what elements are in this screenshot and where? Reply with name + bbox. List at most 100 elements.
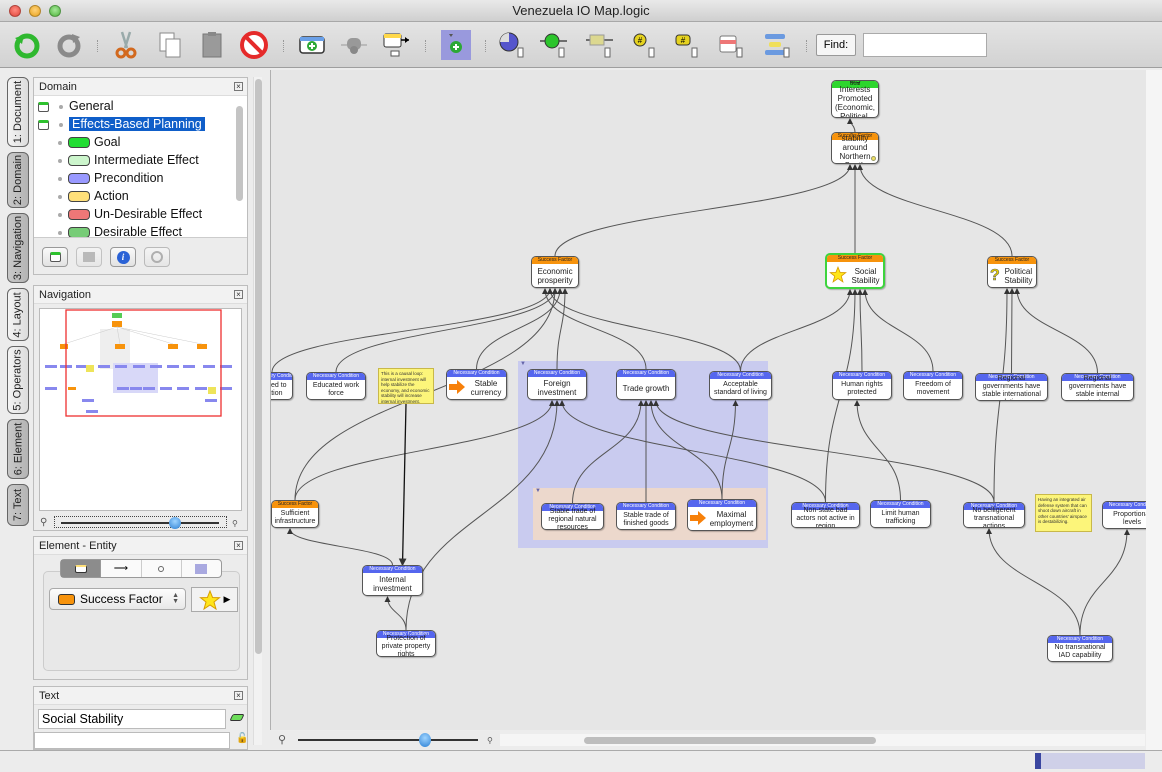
domain-scrollbar[interactable] xyxy=(236,106,243,201)
node-proportional[interactable]: Necessary ConditionProportional levels xyxy=(1102,501,1146,529)
delete-button[interactable] xyxy=(239,30,269,60)
node-internal[interactable]: Necessary Condition Regional governments … xyxy=(1061,373,1134,401)
edge-internal-to-political[interactable] xyxy=(1014,288,1098,374)
side-tab-document[interactable]: 1: Document xyxy=(7,77,29,147)
close-icon[interactable]: × xyxy=(234,290,243,299)
group-type-tab[interactable] xyxy=(182,560,221,577)
add-group-button[interactable] xyxy=(441,30,471,60)
paste-button[interactable] xyxy=(197,30,227,60)
edge-property-to-foreign[interactable] xyxy=(405,400,560,631)
node-goal[interactable]: Goal US Interests Promoted (Economic, Pol… xyxy=(831,80,879,118)
node-econ[interactable]: Success Factor Economic prosperity xyxy=(531,256,579,288)
node-nonstate[interactable]: Necessary Condition Non-state bad actors … xyxy=(791,502,860,528)
navigation-zoom-slider[interactable] xyxy=(54,516,227,529)
edge-educated-to-econ[interactable] xyxy=(335,288,558,373)
edge-belligerent-to-trade[interactable] xyxy=(653,400,995,503)
layout-button[interactable] xyxy=(762,30,792,60)
edge-type-tab[interactable]: ⟶ xyxy=(101,560,142,577)
node-infra[interactable]: Success Factor Sufficient infrastructure xyxy=(271,500,319,528)
title-color-icon[interactable] xyxy=(229,714,245,721)
tree-item-undesirable-effect[interactable]: Un-Desirable Effect xyxy=(58,205,202,223)
edge-human-to-social[interactable] xyxy=(857,289,864,372)
close-window-button[interactable] xyxy=(9,5,21,17)
annotation-textarea[interactable] xyxy=(34,732,230,749)
zoom-out-icon[interactable]: ⚲ xyxy=(40,517,47,528)
left-pane-scrollbar-track[interactable] xyxy=(253,77,262,745)
entity-type-tab[interactable] xyxy=(61,560,102,577)
side-tab-layout[interactable]: 4: Layout xyxy=(7,288,29,341)
minimize-window-button[interactable] xyxy=(29,5,41,17)
side-tab-element[interactable]: 6: Element xyxy=(7,419,29,479)
node-foreign[interactable]: Necessary Condition Foreign investment xyxy=(527,369,587,400)
node-social[interactable]: Success Factor Social Stability xyxy=(825,253,885,289)
slider-thumb[interactable] xyxy=(169,517,181,529)
add-entity-link-button[interactable] xyxy=(585,30,615,60)
node-intl[interactable]: Necessary Condition Regional governments … xyxy=(975,373,1048,401)
tree-item-intermediate-effect[interactable]: Intermediate Effect xyxy=(58,151,199,169)
edge-econ-to-regional[interactable] xyxy=(554,164,853,257)
node-employ[interactable]: Necessary Condition Maximal employment xyxy=(687,499,757,531)
side-tab-navigation[interactable]: 3: Navigation xyxy=(7,213,29,283)
tree-item-desirable-effect[interactable]: Desirable Effect xyxy=(58,223,182,237)
zoom-out-icon[interactable]: ⚲ xyxy=(278,733,286,746)
node-natres[interactable]: Necessary Condition Stable trade of regio… xyxy=(541,503,604,530)
tree-item-goal[interactable]: Goal xyxy=(58,133,120,151)
zoom-window-button[interactable] xyxy=(49,5,61,17)
side-tab-domain[interactable]: 2: Domain xyxy=(7,152,29,208)
canvas-zoom-thumb[interactable] xyxy=(419,733,431,747)
note-note2[interactable]: Having an integrated air defense system … xyxy=(1035,494,1092,532)
zoom-in-icon[interactable]: ⚲ xyxy=(232,519,238,528)
edge-leftcut-to-econ[interactable] xyxy=(271,288,553,373)
entity-class-select[interactable]: Success Factor ▲ ▼ xyxy=(49,588,186,610)
edge-trade-to-econ[interactable] xyxy=(542,288,647,370)
find-input[interactable] xyxy=(863,33,987,57)
edge-freedom-to-social[interactable] xyxy=(862,289,934,372)
undo-button[interactable] xyxy=(12,30,42,60)
node-leftcut[interactable]: Necessary Condition...nded to ...ation xyxy=(271,372,293,400)
cut-button[interactable] xyxy=(111,30,141,60)
remove-domain-button[interactable] xyxy=(144,247,170,267)
edge-living-to-econ[interactable] xyxy=(547,288,741,372)
tree-item-general[interactable]: General xyxy=(38,97,113,115)
tree-item-effects-based-planning[interactable]: Effects-Based Planning xyxy=(38,115,205,133)
add-count-button[interactable]: # xyxy=(629,30,659,60)
node-political[interactable]: Success Factor? Political Stability xyxy=(987,256,1037,288)
node-educated[interactable]: Necessary Condition Educated work force xyxy=(306,372,366,400)
redo-button[interactable] xyxy=(54,30,84,60)
new-domain-button[interactable] xyxy=(42,247,68,267)
node-human[interactable]: Necessary Condition Human rights protecte… xyxy=(832,371,892,400)
find-button[interactable]: Find: xyxy=(816,34,856,56)
edge-natres-to-trade[interactable] xyxy=(572,400,644,504)
edge-intinvest-to-infra[interactable] xyxy=(287,528,393,566)
edge-nonstate-to-foreign[interactable] xyxy=(559,400,826,503)
node-intinvest[interactable]: Necessary Condition Internal investment xyxy=(362,565,423,596)
canvas-zoom-slider[interactable] xyxy=(298,739,478,741)
edge-foreign-to-econ[interactable] xyxy=(556,288,568,370)
add-circle-button[interactable] xyxy=(497,30,527,60)
tree-item-precondition[interactable]: Precondition xyxy=(58,169,164,187)
duplicate-domain-button[interactable] xyxy=(76,247,102,267)
zoom-in-icon[interactable]: ⚲ xyxy=(487,736,493,745)
edge-iad-to-proportional[interactable] xyxy=(1079,529,1130,636)
edge-iad-to-belligerent[interactable] xyxy=(986,528,1081,636)
node-trade[interactable]: Necessary Condition Trade growth xyxy=(616,369,676,400)
add-calendar-button[interactable] xyxy=(716,30,746,60)
add-junctor-link-button[interactable] xyxy=(539,30,569,60)
map-canvas[interactable]: ▼ ▼ Goal US Interests Promoted (Economic,… xyxy=(270,70,1146,730)
node-traffick[interactable]: Necessary Condition Limit human trafficki… xyxy=(870,500,931,528)
side-tab-operators[interactable]: 5: Operators xyxy=(7,346,29,414)
canvas-horizontal-scroll-thumb[interactable] xyxy=(584,737,876,744)
edge-political-to-regional[interactable] xyxy=(857,164,1013,257)
entity-title-input[interactable] xyxy=(38,709,226,729)
info-button[interactable]: i xyxy=(110,247,136,267)
node-iad[interactable]: Necessary Condition No transnational IAD … xyxy=(1047,635,1113,662)
copy-button[interactable] xyxy=(155,30,185,60)
add-entity-button[interactable] xyxy=(297,30,327,60)
close-icon[interactable]: × xyxy=(234,541,243,550)
lock-icon[interactable]: 🔓 xyxy=(236,733,248,744)
node-living[interactable]: Necessary Condition Acceptable standard o… xyxy=(709,371,772,400)
note-note1[interactable]: This is a causal loop: internal investme… xyxy=(378,368,434,404)
edge-employ-to-living[interactable] xyxy=(721,400,739,500)
canvas-vertical-scrollbar[interactable] xyxy=(1146,70,1162,750)
node-finished[interactable]: Necessary Condition Stable trade of finis… xyxy=(616,502,676,530)
